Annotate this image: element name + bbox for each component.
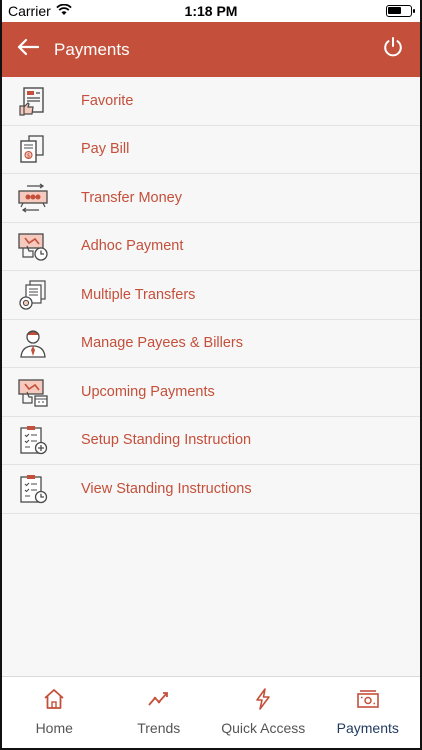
power-icon bbox=[382, 36, 404, 63]
tab-label: Home bbox=[35, 720, 73, 736]
tab-label: Trends bbox=[137, 720, 181, 736]
menu-item-label: Adhoc Payment bbox=[81, 238, 184, 255]
status-bar: Carrier 1:18 PM bbox=[0, 0, 422, 22]
menu-item-label: Multiple Transfers bbox=[81, 286, 196, 303]
menu-item-favorite[interactable]: Favorite bbox=[2, 77, 420, 126]
menu-item-upcoming-payments[interactable]: Upcoming Payments bbox=[2, 368, 420, 417]
bill-icon: $ bbox=[16, 132, 50, 166]
clipboard-add-icon bbox=[16, 423, 50, 457]
content-background bbox=[2, 514, 420, 676]
lightning-icon bbox=[250, 687, 276, 711]
payments-menu: Favorite $ Pay Bill Transfer Money Adhoc… bbox=[2, 77, 420, 514]
tab-home[interactable]: Home bbox=[2, 677, 107, 748]
menu-item-label: Transfer Money bbox=[81, 189, 182, 206]
trends-icon bbox=[146, 687, 172, 711]
payments-icon bbox=[355, 687, 381, 711]
home-icon bbox=[41, 687, 67, 711]
menu-item-label: Pay Bill bbox=[81, 141, 130, 158]
back-button[interactable] bbox=[8, 30, 48, 70]
adhoc-payment-icon bbox=[16, 229, 50, 263]
logout-button[interactable] bbox=[374, 30, 412, 68]
app-header: Payments bbox=[2, 22, 420, 77]
upcoming-payments-icon bbox=[16, 375, 50, 409]
bottom-tab-bar: Home Trends Quick Access Payments bbox=[2, 676, 420, 748]
menu-item-label: Upcoming Payments bbox=[81, 383, 215, 400]
menu-item-transfer-money[interactable]: Transfer Money bbox=[2, 174, 420, 223]
back-arrow-icon bbox=[17, 38, 40, 61]
tab-label: Payments bbox=[336, 720, 399, 736]
battery-level bbox=[388, 7, 401, 14]
menu-item-label: Favorite bbox=[81, 92, 134, 109]
page-title: Payments bbox=[54, 39, 130, 59]
menu-item-label: Manage Payees & Billers bbox=[81, 335, 243, 352]
menu-item-adhoc-payment[interactable]: Adhoc Payment bbox=[2, 222, 420, 271]
menu-item-view-standing-instructions[interactable]: View Standing Instructions bbox=[2, 465, 420, 514]
menu-item-setup-standing-instruction[interactable]: Setup Standing Instruction bbox=[2, 416, 420, 465]
menu-item-label: Setup Standing Instruction bbox=[81, 432, 252, 449]
multiple-transfers-icon bbox=[16, 278, 50, 312]
status-time: 1:18 PM bbox=[184, 3, 238, 19]
tab-payments[interactable]: Payments bbox=[316, 677, 421, 748]
clipboard-view-icon bbox=[16, 472, 50, 506]
tab-quick-access[interactable]: Quick Access bbox=[211, 677, 316, 748]
menu-item-manage-payees[interactable]: Manage Payees & Billers bbox=[2, 319, 420, 368]
menu-item-multiple-transfers[interactable]: Multiple Transfers bbox=[2, 271, 420, 320]
tab-trends[interactable]: Trends bbox=[107, 677, 212, 748]
menu-item-pay-bill[interactable]: $ Pay Bill bbox=[2, 125, 420, 174]
tab-label: Quick Access bbox=[221, 720, 306, 736]
payee-person-icon bbox=[16, 326, 50, 360]
svg-text:$: $ bbox=[27, 153, 31, 160]
battery-icon bbox=[386, 5, 415, 17]
transfer-money-icon bbox=[16, 181, 50, 215]
menu-item-label: View Standing Instructions bbox=[81, 480, 252, 497]
favorite-receipt-icon bbox=[16, 84, 50, 118]
